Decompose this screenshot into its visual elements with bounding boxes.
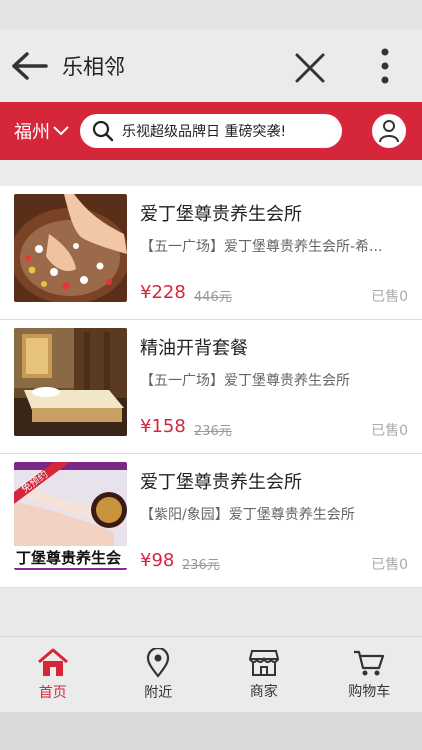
- back-arrow-icon: [12, 52, 48, 80]
- status-bar: [0, 0, 422, 30]
- tab-nearby[interactable]: 附近: [106, 637, 212, 712]
- spa-promo-image: 免预约 丁堡尊贵养生会: [14, 462, 127, 570]
- search-bar: 福州 乐视超级品牌日 重磅突袭!: [0, 102, 422, 160]
- massage-room-image: [14, 328, 127, 436]
- page-title: 乐相邻: [62, 55, 125, 79]
- item-subtitle: 【五一广场】爱丁堡尊贵养生会所: [140, 373, 350, 389]
- deal-list: 爱丁堡尊贵养生会所 【五一广场】爱丁堡尊贵养生会所-希... ¥228 446元…: [0, 186, 422, 588]
- app-header: 乐相邻: [0, 30, 422, 102]
- item-title: 爱丁堡尊贵养生会所: [140, 472, 302, 493]
- search-input[interactable]: 乐视超级品牌日 重磅突袭!: [80, 114, 342, 148]
- item-title: 精油开背套餐: [140, 338, 248, 359]
- item-sold-count: 已售0: [371, 423, 408, 439]
- bottom-tab-bar: 首页 附近 商家 购物车: [0, 636, 422, 712]
- cart-icon: [354, 650, 385, 675]
- item-original-price: 446元: [194, 290, 232, 305]
- system-navigation-bar: [0, 712, 422, 750]
- item-price: ¥158: [140, 416, 186, 437]
- tab-label: 商家: [249, 683, 278, 700]
- tab-label: 首页: [38, 684, 67, 701]
- tab-label: 附近: [144, 684, 173, 701]
- item-original-price: 236元: [194, 424, 232, 439]
- search-placeholder: 乐视超级品牌日 重磅突袭!: [122, 124, 287, 140]
- city-label: 福州: [14, 122, 50, 143]
- store-icon: [248, 649, 279, 676]
- chevron-down-icon: [53, 126, 69, 136]
- tab-label: 购物车: [348, 683, 391, 700]
- tab-cart[interactable]: 购物车: [317, 637, 422, 712]
- search-icon: [92, 120, 114, 142]
- more-options-button[interactable]: [368, 44, 402, 88]
- banner-text: 丁堡尊贵养生会: [16, 549, 122, 567]
- item-price: ¥98: [140, 550, 175, 571]
- tab-home[interactable]: 首页: [0, 637, 106, 712]
- more-vertical-icon: [381, 48, 389, 84]
- item-subtitle: 【紫阳/象园】爱丁堡尊贵养生会所: [140, 507, 355, 523]
- location-pin-icon: [147, 647, 170, 678]
- close-button[interactable]: [290, 48, 330, 88]
- close-icon: [295, 53, 325, 83]
- item-original-price: 236元: [182, 558, 220, 573]
- list-item[interactable]: 精油开背套餐 【五一广场】爱丁堡尊贵养生会所 ¥158 236元 已售0: [0, 320, 422, 454]
- item-sold-count: 已售0: [371, 289, 408, 305]
- list-top-spacer: [0, 160, 422, 186]
- item-subtitle: 【五一广场】爱丁堡尊贵养生会所-希...: [140, 239, 383, 255]
- user-icon: [379, 120, 399, 143]
- list-item[interactable]: 爱丁堡尊贵养生会所 【五一广场】爱丁堡尊贵养生会所-希... ¥228 446元…: [0, 186, 422, 320]
- home-icon: [37, 648, 68, 676]
- city-selector[interactable]: 福州: [14, 118, 70, 144]
- back-button[interactable]: [0, 30, 60, 102]
- item-price: ¥228: [140, 282, 186, 303]
- item-title: 爱丁堡尊贵养生会所: [140, 204, 302, 225]
- foot-spa-image: [14, 194, 127, 302]
- list-item[interactable]: 免预约 丁堡尊贵养生会 爱丁堡尊贵养生会所 【紫阳/象园】爱丁堡尊贵养生会所 ¥…: [0, 454, 422, 588]
- tab-merchants[interactable]: 商家: [211, 637, 317, 712]
- item-sold-count: 已售0: [371, 557, 408, 573]
- user-profile-button[interactable]: [372, 114, 406, 148]
